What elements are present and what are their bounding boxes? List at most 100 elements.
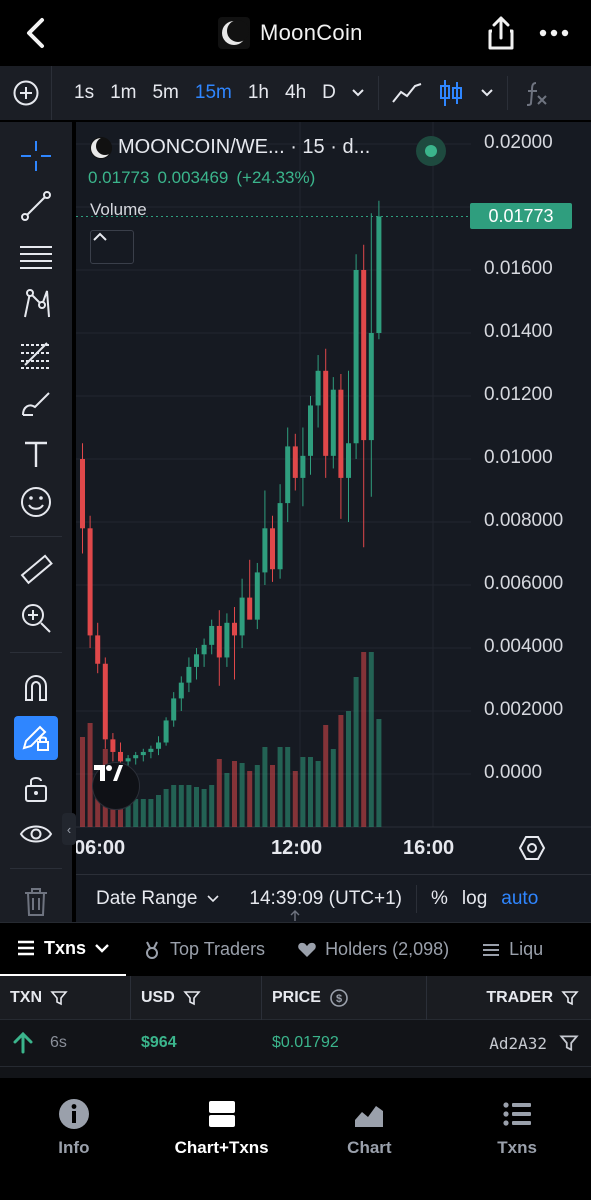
volume-bar [224,773,230,827]
nav-label: Txns [497,1138,537,1157]
magnet-tool[interactable] [14,666,58,710]
divider [10,536,62,537]
volume-bar [232,761,237,827]
fib-tool[interactable] [14,332,58,376]
candle-body [156,742,161,749]
emoji-tool[interactable] [14,480,58,524]
auto-scale-button[interactable]: auto [501,888,538,910]
symbol-name: MOONCOIN/WE... · 15 · d... [118,136,371,158]
tab-top-traders[interactable]: Top Traders [126,923,281,977]
brush-tool[interactable] [14,382,58,426]
volume-bar [292,771,298,827]
table-row[interactable]: 6s $964 $0.01792 Ad2A32 [0,1020,591,1066]
chevron-up-icon [93,232,107,241]
trendline-tool[interactable] [14,184,58,228]
nav-chart[interactable]: Chart [296,1078,444,1200]
candle-body [353,270,359,444]
tab-holders[interactable]: Holders (2,098) [281,923,465,977]
back-button[interactable] [18,14,54,52]
more-button[interactable] [535,18,575,48]
indicators-button[interactable] [514,66,558,120]
column-price[interactable]: PRICE $ [262,976,427,1020]
text-tool[interactable] [14,432,58,476]
collapse-legend-button[interactable] [90,230,134,264]
tab-liquidity[interactable]: Liqu [465,923,543,977]
volume-bar [140,799,146,827]
volume-bar [376,719,382,827]
nav-label: Info [58,1138,90,1157]
tradingview-logo[interactable] [92,762,140,810]
price-change: 0.003469 [157,168,229,187]
candle-body [216,625,222,658]
column-txn[interactable]: TXN [0,976,131,1020]
text-icon [25,441,47,467]
ruler-tool[interactable] [14,548,58,592]
lock-drawings-tool[interactable] [14,716,58,760]
chevron-down-icon [207,894,219,902]
y-tick-label: 0.008000 [484,510,564,531]
volume-bar [323,725,329,827]
txn-age: 6s [50,1034,67,1051]
candle-body [201,644,207,655]
symbol-legend[interactable]: MOONCOIN/WE... · 15 · d... [90,136,370,159]
trader-cell[interactable]: Ad2A32 [427,1020,591,1066]
date-range-button[interactable]: Date Range [96,888,219,910]
zoom-tool[interactable] [14,596,58,640]
x-tick-label: 16:00 [403,837,455,859]
buy-arrow-icon [13,1031,33,1054]
share-button[interactable] [484,14,518,52]
candle-body [209,625,215,645]
delete-tool[interactable] [14,880,58,924]
volume-bar [247,771,253,827]
chart-footer: Date Range 14:39:09 (UTC+1) % log auto [76,874,591,922]
share-icon [488,16,514,50]
area-chart-icon [355,1106,384,1127]
tab-label: Holders (2,098) [325,939,450,959]
collapse-toolbar-button[interactable]: ‹ [62,813,76,845]
tab-txns[interactable]: Txns [0,923,127,977]
volume-bar [346,711,351,827]
divider [416,884,418,913]
line-chart-button[interactable] [385,66,429,120]
candle-body [194,654,199,667]
timeframe-1h[interactable]: 1h [240,82,277,104]
timeframe-15m[interactable]: 15m [187,82,240,104]
chart-settings-button[interactable] [518,834,546,862]
column-trader[interactable]: TRADER [427,976,591,1020]
clock[interactable]: 14:39:09 (UTC+1) [249,888,402,910]
volume-bar [186,785,192,827]
log-scale-button[interactable]: log [462,888,487,910]
pattern-tool[interactable] [14,282,58,326]
horizontal-lines-tool[interactable] [14,234,58,278]
candle-body [308,405,313,456]
candle-body [95,635,101,664]
timeframe-1m[interactable]: 1m [102,82,144,104]
column-usd[interactable]: USD [131,976,262,1020]
percent-scale-button[interactable]: % [431,888,448,910]
volume-bar [361,652,367,827]
nav-info[interactable]: Info [0,1078,148,1200]
timeframe-d[interactable]: D [314,82,344,104]
divider [377,76,379,110]
candle-body [323,370,329,456]
unlock-tool[interactable] [14,766,58,810]
timeframe-5m[interactable]: 5m [144,82,186,104]
timeframe-1s[interactable]: 1s [66,82,102,104]
txns-tabs: Txns Top Traders Holders (2,098) Liqu [0,922,591,977]
add-indicator-button[interactable] [0,66,52,120]
candle-body [178,682,184,699]
candle-chart-button[interactable] [429,66,473,120]
magnet-icon [25,674,47,701]
nav-txns[interactable]: Txns [443,1078,591,1200]
nav-label: Chart [347,1138,392,1157]
chart-type-dropdown[interactable] [473,66,501,120]
candle-body [254,572,260,620]
nav-chart-txns[interactable]: Chart+Txns [148,1078,296,1200]
price-chart[interactable]: MOONCOIN/WE... · 15 · d... 0.01773 0.003… [76,122,591,874]
timeframe-4h[interactable]: 4h [277,82,314,104]
timeframe-dropdown[interactable] [344,66,372,120]
column-label: USD [141,989,175,1006]
visibility-tool[interactable] [14,812,58,856]
crosshair-tool[interactable] [14,134,58,178]
price-cell: $0.01792 [272,1034,339,1051]
